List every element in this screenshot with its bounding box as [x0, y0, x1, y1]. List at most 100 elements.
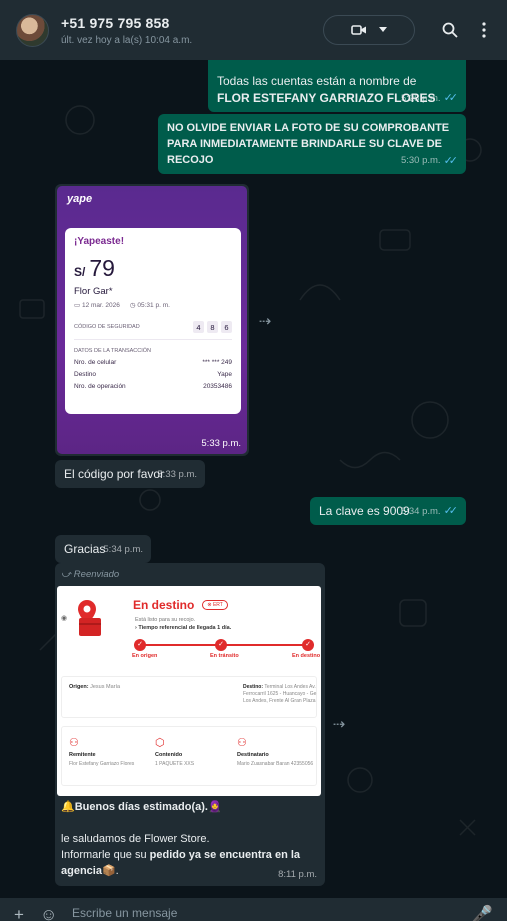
detail-label: Nro. de celular — [74, 359, 117, 366]
message-incoming-forwarded[interactable]: ⤻ Reenviado ◉ En destino ⊗ ERT Está list… — [55, 563, 325, 886]
chat-window: +51 975 795 858 últ. vez hoy a la(s) 10:… — [0, 0, 507, 921]
destination-label: Destino: — [243, 684, 263, 690]
detail-label: Nro. de operación — [74, 383, 126, 390]
message-text-bold: NO OLVIDE ENVIAR LA FOTO DE SU COMPROBAN… — [167, 122, 450, 134]
search-button[interactable] — [437, 17, 463, 43]
yape-detail-row: Destino Yape — [74, 371, 232, 378]
message-text: La clave es 9009 — [319, 504, 410, 518]
message-text-bold: RECOJO — [167, 154, 214, 166]
forward-icon: ⇢ — [332, 716, 346, 733]
message-time: 5:33 p.m. — [201, 438, 241, 449]
yape-date: ▭ 12 mar. 2026 — [74, 302, 120, 309]
step-label: En origen — [132, 653, 158, 659]
image-message-yape[interactable]: yape ¡Yapeaste! S/ 79 Flor Gar* ▭ 12 mar… — [55, 184, 249, 456]
message-meta: 5:28 p.m. ✓✓ — [401, 90, 458, 107]
last-seen: últ. vez hoy a la(s) 10:04 a.m. — [61, 34, 193, 46]
detail-value: 20353486 — [203, 383, 232, 390]
message-text-bold: Buenos días estimado(a). — [74, 801, 208, 813]
message-time: 5:33 p.m. — [157, 469, 197, 480]
forward-icon: ⇢ — [258, 313, 272, 330]
yape-date-text: 12 mar. 2026 — [81, 302, 120, 309]
message-incoming[interactable]: Gracias 5:34 p.m. — [55, 535, 151, 563]
message-text: le saludamos de Flower Store. — [61, 833, 210, 845]
emoji-icon[interactable]: ☺ — [40, 906, 66, 921]
sender-value: Flor Estefany Garriazo Flores — [69, 761, 135, 767]
status-badge-text: ERT — [212, 602, 223, 608]
parties-box — [61, 726, 317, 786]
message-incoming[interactable]: El código por favor 5:33 p.m. — [55, 460, 205, 488]
message-time: 5:30 p.m. — [400, 155, 441, 166]
person-emoji-icon: 🧕 — [207, 801, 222, 813]
package-location-icon — [71, 598, 111, 638]
detail-label: Destino — [74, 371, 97, 378]
message-text-bold: agencia — [61, 865, 102, 877]
message-meta: 5:30 p.m. ✓✓ — [401, 153, 458, 169]
yape-heading: ¡Yapeaste! — [74, 236, 125, 247]
yape-amount-value: 79 — [89, 255, 115, 281]
status-title: En destino — [133, 598, 195, 612]
security-digit: 4 — [193, 321, 204, 333]
message-time: 8:11 p.m. — [278, 869, 317, 880]
message-meta: 5:33 p.m. — [157, 466, 197, 483]
search-icon — [442, 22, 458, 38]
detail-value: *** *** 249 — [202, 359, 232, 366]
yape-detail-row: Nro. de celular *** *** 249 — [74, 359, 232, 366]
chat-header[interactable]: +51 975 795 858 últ. vez hoy a la(s) 10:… — [0, 0, 507, 60]
video-camera-icon — [351, 25, 366, 35]
sender-label: Remitente — [69, 752, 96, 758]
message-text-block: 🔔Buenos días estimado(a).🧕 le saludamos … — [61, 799, 319, 879]
person-icon: ⚇ — [237, 737, 247, 749]
security-digit: 6 — [221, 321, 232, 333]
forward-button[interactable]: ⇢ — [252, 308, 278, 334]
forwarded-text: Reenviado — [73, 569, 120, 580]
chevron-down-icon — [379, 27, 387, 32]
step-label: En destino — [292, 653, 321, 659]
message-text: Gracias — [64, 542, 106, 556]
yape-receipt-card: ¡Yapeaste! S/ 79 Flor Gar* ▭ 12 mar. 202… — [65, 228, 241, 414]
message-outgoing[interactable]: Todas las cuentas están a nombre de FLOR… — [208, 56, 466, 112]
avatar[interactable] — [16, 13, 49, 47]
destination: Destino: Terminal Los Andes Av. Ferrocar… — [243, 684, 317, 705]
yape-time: ◷ 05:31 p. m. — [129, 302, 170, 309]
message-time: 5:28 p.m. — [400, 93, 441, 104]
step-label: En tránsito — [210, 653, 239, 659]
contact-info[interactable]: +51 975 795 858 últ. vez hoy a la(s) 10:… — [61, 15, 323, 46]
kebab-menu-icon — [482, 22, 486, 38]
message-composer: + ☺ Escribe un mensaje 🎤 — [0, 898, 507, 921]
content-value: 1 PAQUETE XXS — [155, 761, 195, 767]
status-eta: › Tiempo referencial de llegada 1 día. — [135, 625, 232, 631]
read-ticks-icon: ✓✓ — [443, 92, 459, 104]
yape-details-label: DATOS DE LA TRANSACCIÓN — [74, 348, 152, 354]
pin-mark: ◉ — [61, 615, 68, 622]
addressee-label: Destinatario — [237, 752, 269, 758]
step-check-icon: ✓ — [134, 639, 146, 651]
message-outgoing[interactable]: NO OLVIDE ENVIAR LA FOTO DE SU COMPROBAN… — [158, 114, 466, 174]
step-check-icon: ✓ — [215, 639, 227, 651]
forward-button[interactable]: ⇢ — [326, 711, 352, 737]
message-outgoing[interactable]: La clave es 9009 5:34 p.m. ✓✓ — [310, 497, 466, 525]
yape-time-text: 05:31 p. m. — [137, 302, 170, 309]
yape-logo: yape — [67, 193, 93, 205]
video-call-button[interactable] — [323, 15, 415, 45]
status-badge: ⊗ ERT — [202, 600, 228, 610]
message-input[interactable]: Escribe un mensaje — [72, 906, 467, 920]
attach-plus-icon[interactable]: + — [14, 906, 40, 921]
menu-button[interactable] — [471, 17, 497, 43]
yape-security-code: CÓDIGO DE SEGURIDAD 4 8 6 — [74, 321, 232, 340]
yape-datetime: ▭ 12 mar. 2026 ◷ 05:31 p. m. — [74, 301, 232, 309]
message-text: El código por favor — [64, 467, 165, 481]
step-check-icon: ✓ — [302, 639, 314, 651]
addressee-value: Mario Zuasnabar Baran 42355056 — [237, 761, 314, 767]
box-icon: ⬡ — [155, 737, 165, 749]
status-subtitle: Está listo para su recojo. — [135, 617, 196, 623]
contact-name: +51 975 795 858 — [61, 14, 170, 31]
microphone-icon[interactable]: 🎤 — [467, 906, 493, 921]
message-meta: 5:34 p.m. ✓✓ — [401, 503, 458, 520]
message-text-bold: PARA INMEDIATAMENTE BRINDARLE SU CLAVE D… — [167, 138, 442, 150]
bell-emoji-icon: 🔔 — [61, 801, 75, 813]
shipping-status: En destino ⊗ ERT — [133, 598, 228, 612]
message-text-bold: pedido ya se encuentra en la — [149, 849, 301, 861]
content-label: Contenido — [155, 752, 183, 758]
read-ticks-icon: ✓✓ — [443, 155, 459, 167]
package-emoji-icon: 📦 — [101, 865, 116, 877]
